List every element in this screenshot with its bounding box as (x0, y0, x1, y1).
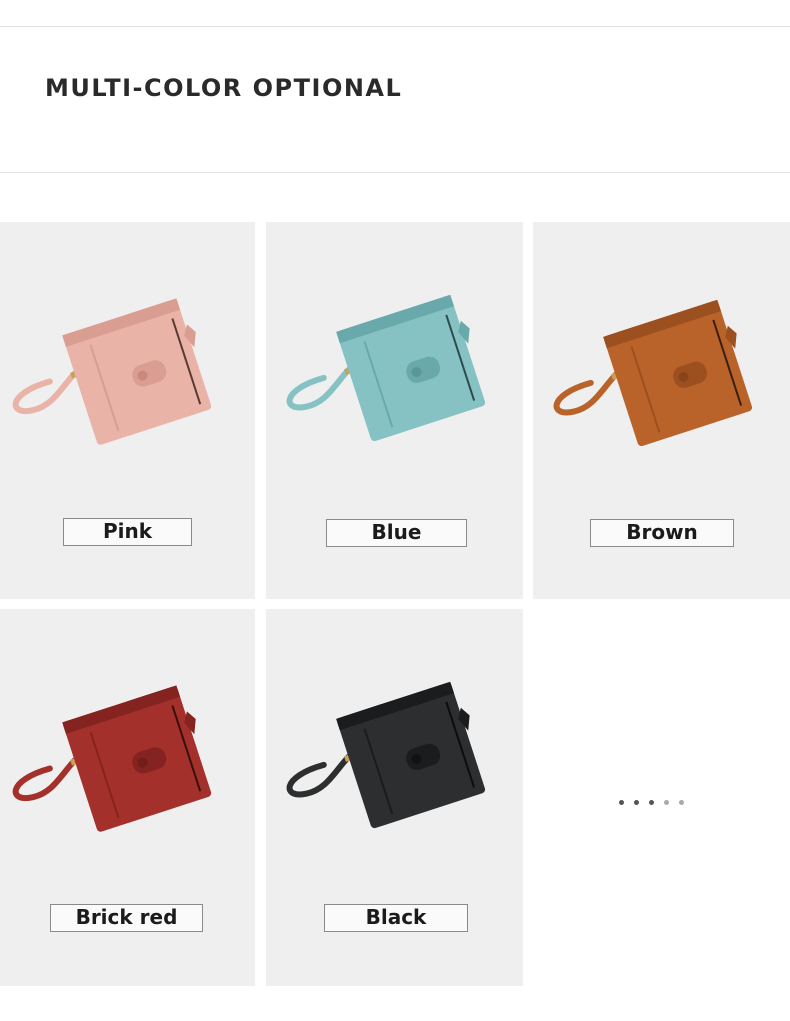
swatch-label: Brick red (50, 904, 203, 932)
color-option-black[interactable]: Black (266, 609, 523, 986)
color-option-blue[interactable]: Blue (266, 222, 523, 599)
pagination-dot[interactable] (619, 800, 624, 805)
header-divider (0, 172, 790, 173)
color-option-brown[interactable]: Brown (533, 222, 790, 599)
top-divider (0, 26, 790, 27)
carousel-pagination (619, 800, 684, 805)
swatch-label: Brown (590, 519, 734, 547)
pagination-dot[interactable] (679, 800, 684, 805)
swatch-label: Blue (326, 519, 467, 547)
color-option-brick-red[interactable]: Brick red (0, 609, 255, 986)
section-title: MULTI-COLOR OPTIONAL (45, 74, 403, 102)
pagination-dot[interactable] (664, 800, 669, 805)
color-option-pink[interactable]: Pink (0, 222, 255, 599)
swatch-label: Pink (63, 518, 192, 546)
pagination-dot[interactable] (634, 800, 639, 805)
pagination-dot[interactable] (649, 800, 654, 805)
swatch-label: Black (324, 904, 468, 932)
